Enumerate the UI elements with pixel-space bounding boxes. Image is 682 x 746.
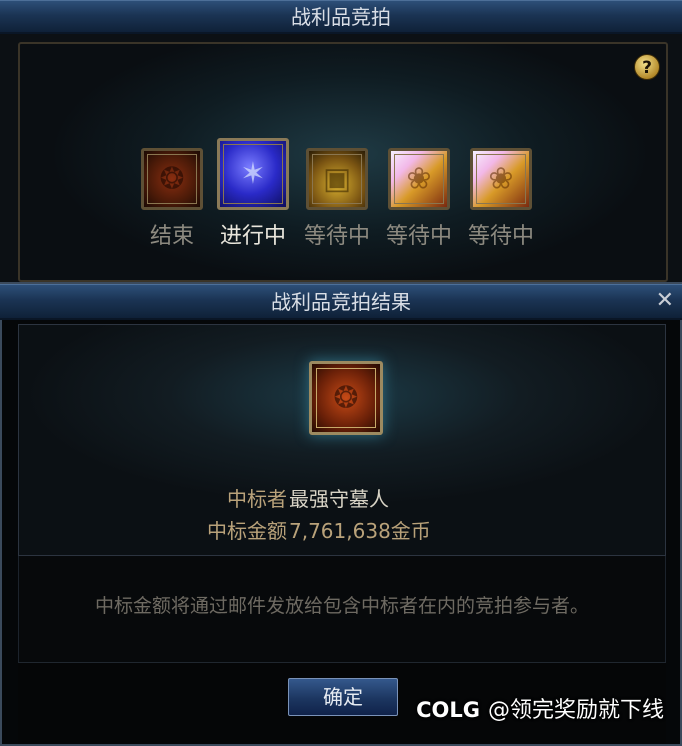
result-title: 战利品竞拍结果 bbox=[271, 290, 411, 314]
auction-item-status: 结束 bbox=[149, 224, 194, 249]
golden-horn-icon: ❀ bbox=[470, 148, 532, 210]
close-icon[interactable]: ✕ bbox=[656, 289, 674, 313]
colg-logo: COLG bbox=[416, 698, 480, 722]
auction-item-2[interactable]: ✶ 进行中 bbox=[214, 138, 292, 250]
winner-label: 中标者 bbox=[227, 487, 287, 511]
auction-item-3[interactable]: ▣ 等待中 bbox=[304, 148, 370, 250]
winner-name: 最强守墓人 bbox=[289, 487, 389, 511]
active-item-icon: ✶ bbox=[217, 138, 289, 210]
golden-horn-icon: ❀ bbox=[388, 148, 450, 210]
auction-item-status: 等待中 bbox=[304, 224, 371, 249]
watermark-text: @领完奖励就下线 bbox=[487, 698, 664, 723]
auction-title: 战利品竞拍 bbox=[291, 5, 391, 29]
auction-item-5[interactable]: ❀ 等待中 bbox=[468, 148, 534, 250]
result-title-bar: 战利品竞拍结果 ✕ bbox=[0, 284, 682, 320]
result-notice: 中标金额将通过邮件发放给包含中标者在内的竞拍参与者。 bbox=[18, 556, 666, 662]
result-content: ❂ 中标者 最强守墓人 中标金额 7,761,638金币 bbox=[18, 324, 666, 556]
auction-item-status: 进行中 bbox=[219, 224, 286, 249]
auction-item-1[interactable]: ❂ 结束 bbox=[140, 148, 204, 250]
ended-item-icon: ❂ bbox=[141, 148, 203, 210]
confirm-button[interactable]: 确定 bbox=[288, 678, 398, 716]
watermark: COLG @领完奖励就下线 bbox=[416, 692, 664, 724]
auction-item-4[interactable]: ❀ 等待中 bbox=[386, 148, 452, 250]
won-item-icon: ❂ bbox=[309, 361, 383, 435]
auction-item-status: 等待中 bbox=[386, 224, 453, 249]
amount-value: 7,761,638金币 bbox=[289, 519, 431, 543]
amount-label: 中标金额 bbox=[207, 519, 287, 543]
auction-item-status: 等待中 bbox=[468, 224, 535, 249]
help-button[interactable]: ? bbox=[634, 54, 660, 80]
treasure-chest-icon: ▣ bbox=[306, 148, 368, 210]
auction-title-bar: 战利品竞拍 bbox=[0, 0, 682, 34]
loot-auction-panel: 战利品竞拍 ? ❂ 结束 ✶ 进行中 ▣ 等待中 ❀ 等待中 ❀ 等待中 bbox=[0, 0, 682, 300]
auction-result-dialog: 战利品竞拍结果 ✕ ❂ 中标者 最强守墓人 中标金额 7,761,638金币 中… bbox=[0, 282, 682, 746]
